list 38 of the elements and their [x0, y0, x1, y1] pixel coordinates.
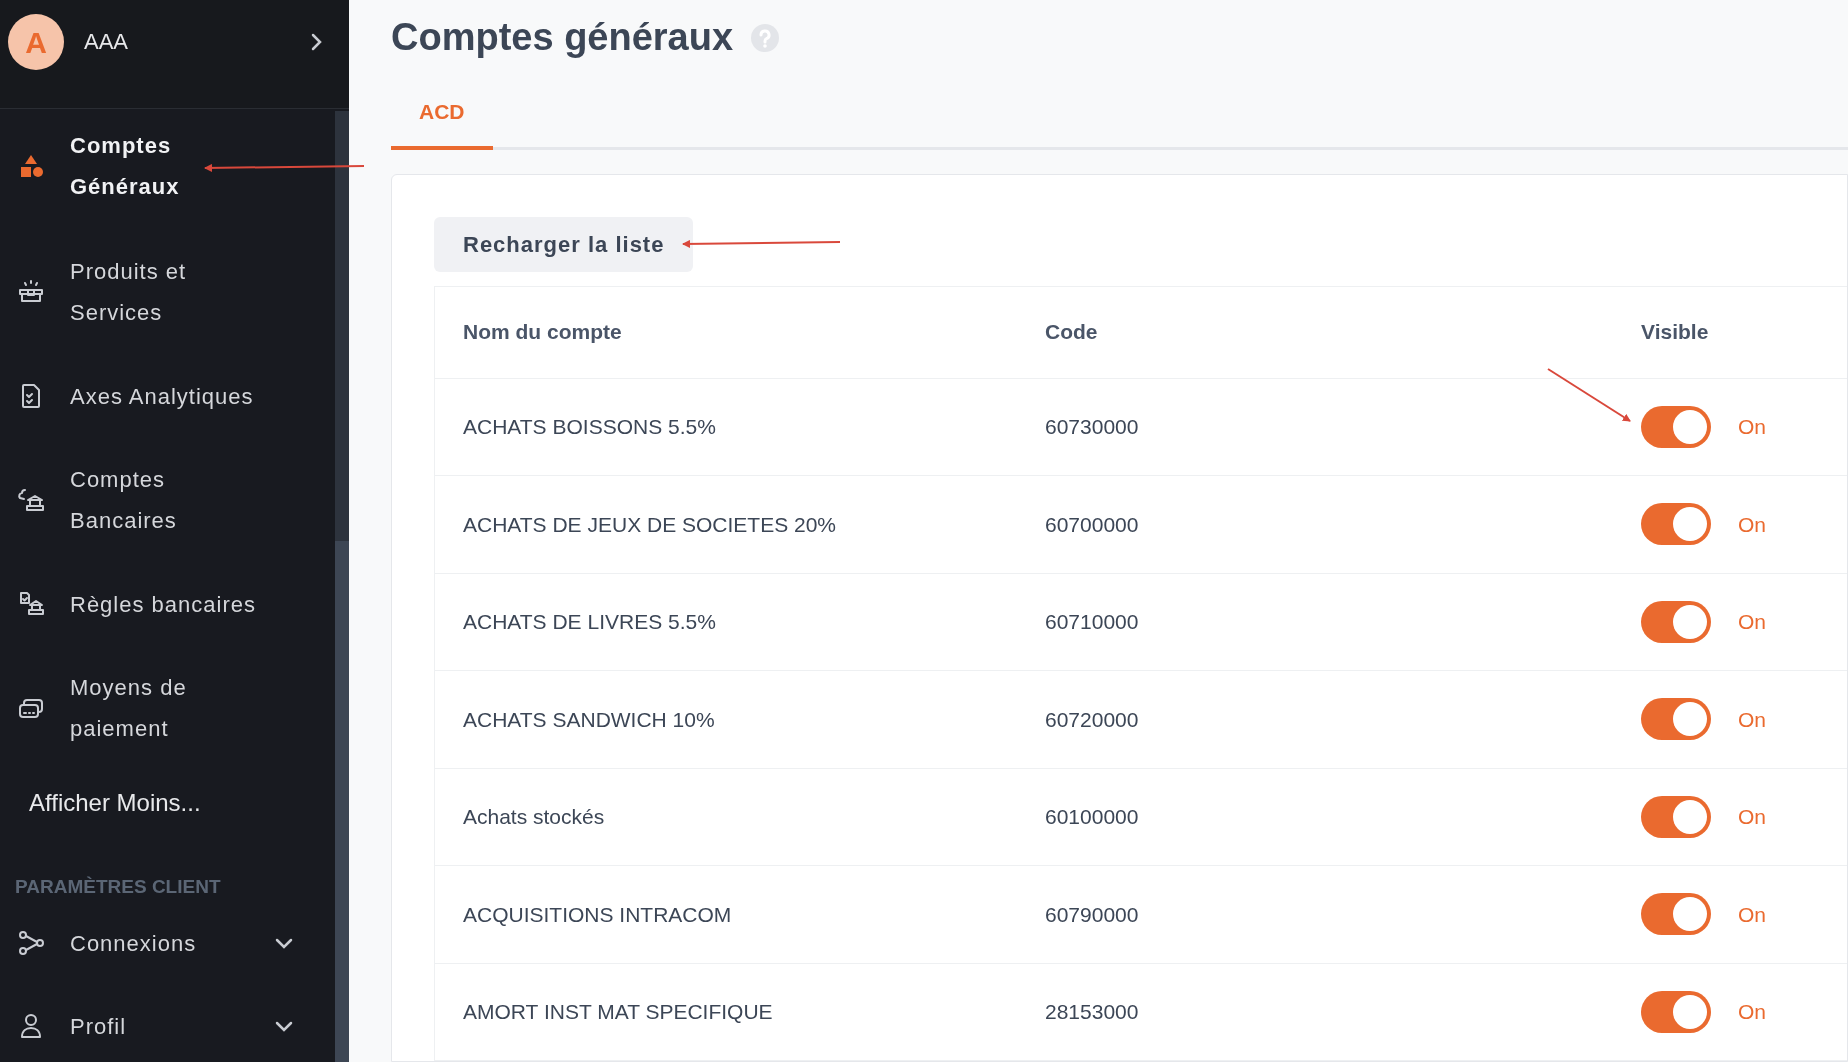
column-header: Code [1045, 319, 1099, 346]
table-cell-text: Achats stockés [462, 804, 606, 830]
toggle-label: On [1738, 804, 1766, 830]
column-header: Visible [1641, 319, 1710, 346]
show-less-link[interactable]: Afficher Moins... [0, 773, 335, 833]
toggle-label: On [1738, 609, 1766, 635]
sidebar-item[interactable]: Profil [0, 984, 335, 1062]
sidebar-item[interactable]: Axes Analytiques [0, 344, 335, 448]
sidebar-item[interactable]: Comptes Généraux [0, 114, 335, 218]
sidebar-item[interactable]: Moyens de paiement [0, 656, 335, 760]
sidebar-item[interactable]: Règles bancaires [0, 552, 335, 656]
toggle-label: On [1738, 511, 1766, 538]
table-cell-text: 60720000 [1045, 706, 1140, 733]
table-cell-text: ACHATS BOISSONS 5.5% [462, 414, 717, 440]
toggle-label: On [1738, 706, 1766, 733]
sidebar-item[interactable]: Connexions [0, 901, 335, 985]
table-cell-text: ACHATS SANDWICH 10% [462, 706, 716, 733]
column-header: Nom du compte [462, 319, 623, 346]
table-cell-text: 60790000 [1045, 901, 1140, 928]
toggle-label: On [1738, 999, 1766, 1025]
page-title: Comptes généraux [391, 15, 734, 61]
table-cell-text: 60730000 [1045, 414, 1140, 440]
table-cell-text: 60700000 [1045, 511, 1140, 538]
table-cell-text: 60710000 [1045, 609, 1140, 635]
table-cell-text: 60100000 [1045, 804, 1140, 830]
account-name: AAA [84, 28, 130, 56]
reload-button[interactable]: Recharger la liste [434, 216, 694, 272]
table-cell-text: AMORT INST MAT SPECIFIQUE [462, 999, 774, 1025]
sidebar-item[interactable]: Produits et Services [0, 240, 335, 344]
table-cell-text: ACQUISITIONS INTRACOM [462, 901, 733, 928]
section-title: PARAMÈTRES CLIENT [14, 875, 222, 899]
table-cell-text: ACHATS DE LIVRES 5.5% [462, 609, 717, 635]
sidebar-item[interactable]: Comptes Bancaires [0, 448, 335, 552]
toggle-label: On [1738, 414, 1766, 440]
toggle-label: On [1738, 901, 1766, 928]
table-cell-text: ACHATS DE JEUX DE SOCIETES 20% [462, 511, 838, 538]
avatar: A [8, 14, 64, 70]
table-cell-text: 28153000 [1045, 999, 1140, 1025]
